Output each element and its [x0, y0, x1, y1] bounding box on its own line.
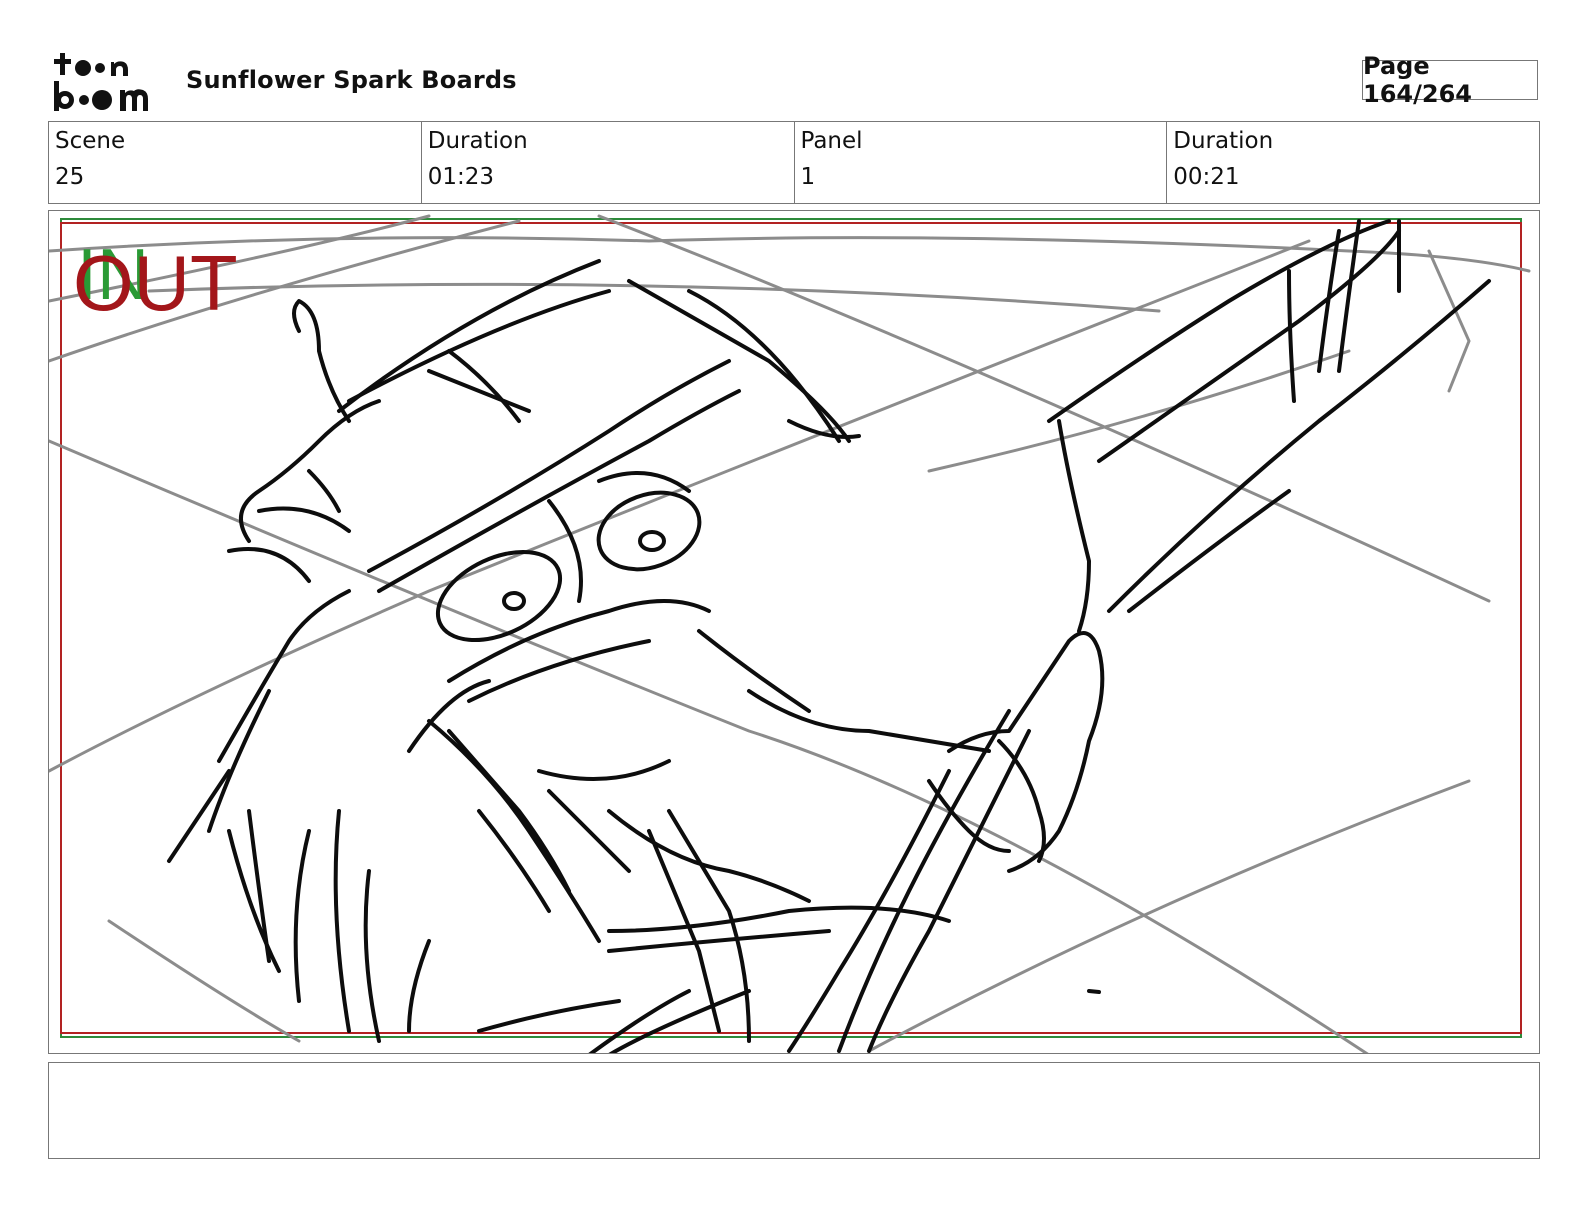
scene-duration-label: Duration	[427, 128, 528, 154]
scene-value: 25	[55, 164, 85, 190]
panel-value: 1	[800, 164, 816, 190]
safe-area-green-guide	[60, 218, 1522, 1038]
page-number: Page 164/264	[1362, 52, 1538, 108]
scene-label: Scene	[55, 128, 126, 154]
scene-cell: Scene 25	[49, 122, 422, 203]
out-marker: OUT	[73, 239, 238, 327]
panel-cell: Panel 1	[795, 122, 1168, 203]
panel-label: Panel	[800, 128, 863, 154]
character-sketch	[167, 219, 1491, 1053]
perspective-lines	[49, 214, 1531, 1053]
scene-duration-cell: Duration 01:23	[422, 122, 795, 203]
panel-duration-label: Duration	[1173, 128, 1274, 154]
panel-notes-box[interactable]	[48, 1062, 1540, 1159]
panel-duration-value: 00:21	[1173, 164, 1240, 190]
panel-sketch	[49, 214, 1531, 1053]
panel-duration-cell: Duration 00:21	[1167, 122, 1539, 203]
project-title: Sunflower Spark Boards	[186, 66, 517, 94]
scene-duration-value: 01:23	[427, 164, 495, 190]
storyboard-panel: IN OUT	[48, 210, 1540, 1054]
toon-boom-logo	[54, 53, 148, 111]
scene-info-table: Scene 25 Duration 01:23 Panel 1 Duration…	[48, 121, 1540, 204]
